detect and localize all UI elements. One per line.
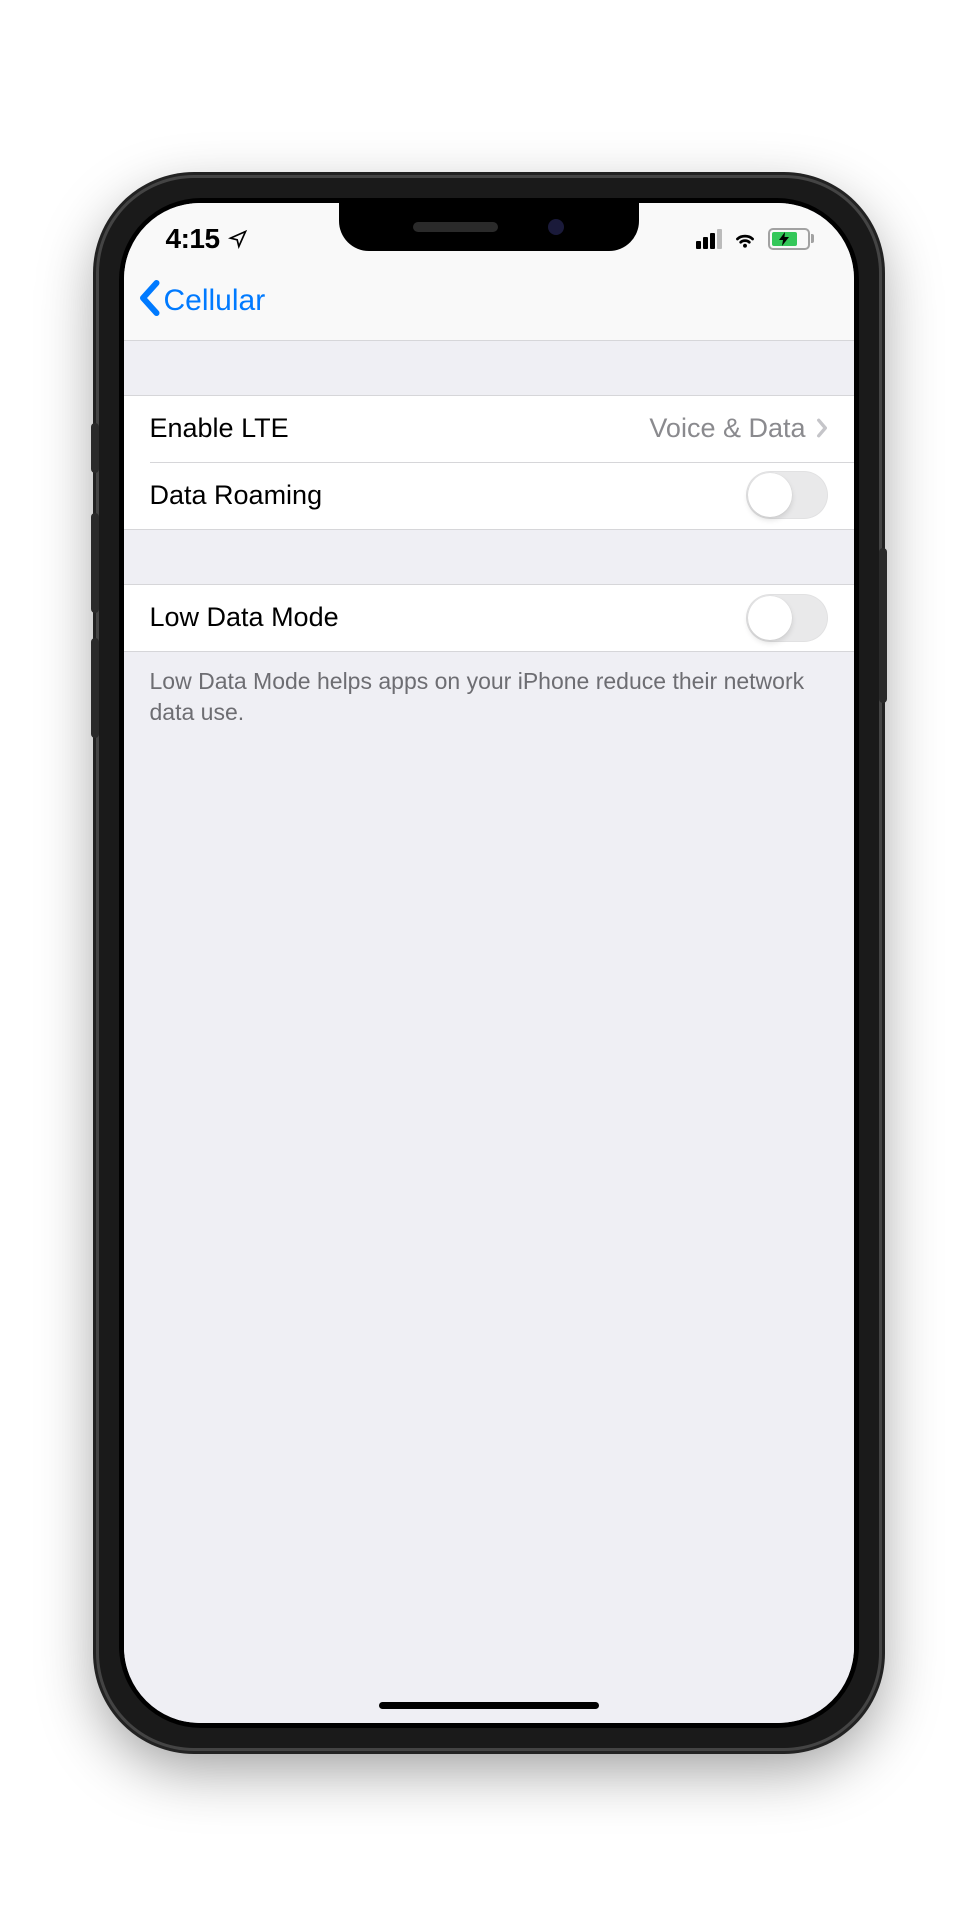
- data-roaming-row: Data Roaming: [124, 462, 854, 530]
- data-roaming-toggle[interactable]: [746, 471, 828, 519]
- front-camera: [548, 219, 564, 235]
- speaker: [413, 222, 498, 232]
- enable-lte-label: Enable LTE: [150, 413, 650, 444]
- location-services-icon: [228, 229, 248, 249]
- navigation-bar: Cellular: [124, 263, 854, 341]
- volume-down-button: [91, 638, 99, 738]
- status-left: 4:15: [166, 223, 248, 255]
- chevron-right-icon: [816, 412, 828, 446]
- status-time: 4:15: [166, 223, 220, 255]
- status-right: [696, 228, 814, 250]
- chevron-left-icon: [138, 280, 160, 323]
- content: Enable LTE Voice & Data Data Roaming: [124, 341, 854, 1723]
- low-data-mode-toggle[interactable]: [746, 594, 828, 642]
- home-indicator[interactable]: [379, 1702, 599, 1709]
- enable-lte-value: Voice & Data: [649, 412, 827, 446]
- silent-switch: [91, 423, 99, 473]
- low-data-mode-label: Low Data Mode: [150, 602, 746, 633]
- notch: [339, 203, 639, 251]
- back-button[interactable]: Cellular: [138, 280, 266, 323]
- enable-lte-row[interactable]: Enable LTE Voice & Data: [124, 395, 854, 463]
- back-label: Cellular: [164, 284, 266, 318]
- cellular-signal-icon: [696, 229, 722, 249]
- phone-frame: 4:15: [99, 178, 879, 1748]
- screen: 4:15: [124, 203, 854, 1723]
- volume-up-button: [91, 513, 99, 613]
- low-data-mode-footer: Low Data Mode helps apps on your iPhone …: [124, 652, 854, 728]
- wifi-icon: [732, 229, 758, 249]
- data-roaming-label: Data Roaming: [150, 480, 746, 511]
- battery-icon: [768, 228, 814, 250]
- low-data-mode-row: Low Data Mode: [124, 584, 854, 652]
- side-button: [879, 548, 887, 703]
